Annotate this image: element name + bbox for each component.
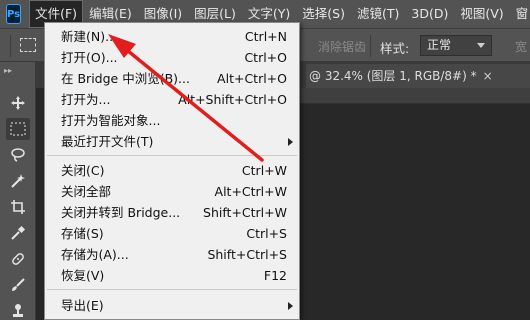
menu-item-save-as[interactable]: 存储为(A)... Shift+Ctrl+S <box>45 244 299 265</box>
antialias-checkbox-label[interactable]: 消除锯齿 <box>318 38 366 55</box>
clone-stamp-tool-icon[interactable] <box>6 300 30 320</box>
tools-panel: ▸▸ <box>0 62 36 320</box>
menu-separator <box>47 155 297 156</box>
options-divider <box>370 35 371 57</box>
rect-marquee-option-icon[interactable] <box>20 38 36 52</box>
photoshop-logo-icon[interactable]: Ps <box>6 4 22 24</box>
style-select-value: 正常 <box>427 38 452 52</box>
menu-item-new[interactable]: 新建(N)... Ctrl+N <box>45 26 299 47</box>
menu-item-save[interactable]: 存储(S) Ctrl+S <box>45 223 299 244</box>
menu-item-revert[interactable]: 恢复(V) F12 <box>45 265 299 286</box>
document-tab-title: @ 32.4% (图层 1, RGB/8#) * <box>309 69 477 83</box>
chevron-down-icon <box>477 43 485 48</box>
lasso-tool-icon[interactable] <box>6 144 30 166</box>
document-tab[interactable]: @ 32.4% (图层 1, RGB/8#) * × <box>306 64 530 88</box>
options-divider <box>10 35 11 57</box>
menu-select[interactable]: 选择(S) <box>296 0 351 28</box>
menu-item-recent-files[interactable]: 最近打开文件(T) <box>45 131 299 152</box>
eyedropper-tool-icon[interactable] <box>6 222 30 244</box>
menu-item-close-all[interactable]: 关闭全部 Alt+Ctrl+W <box>45 181 299 202</box>
menu-filter[interactable]: 滤镜(T) <box>351 0 405 28</box>
menu-item-open-smart-object[interactable]: 打开为智能对象... <box>45 110 299 131</box>
menu-item-browse-bridge[interactable]: 在 Bridge 中浏览(B)... Alt+Ctrl+O <box>45 68 299 89</box>
style-label: 样式: <box>380 41 410 56</box>
menu-separator <box>47 289 297 290</box>
menu-item-open-as[interactable]: 打开为... Alt+Shift+Ctrl+O <box>45 89 299 110</box>
menu-item-open[interactable]: 打开(O)... Ctrl+O <box>45 47 299 68</box>
menu-item-close-go-bridge[interactable]: 关闭并转到 Bridge... Shift+Ctrl+W <box>45 202 299 223</box>
menu-3d[interactable]: 3D(D) <box>405 0 454 28</box>
menu-item-close[interactable]: 关闭(C) Ctrl+W <box>45 160 299 181</box>
menu-view[interactable]: 视图(V) <box>454 0 509 28</box>
style-select[interactable]: 正常 <box>420 35 492 56</box>
close-icon[interactable]: × <box>483 69 493 83</box>
brush-tool-icon[interactable] <box>6 274 30 296</box>
move-tool-icon[interactable] <box>6 92 30 114</box>
width-label: 宽 <box>515 40 528 54</box>
magic-wand-tool-icon[interactable] <box>6 170 30 192</box>
horizontal-ruler <box>284 88 530 104</box>
healing-brush-tool-icon[interactable] <box>6 248 30 270</box>
crop-tool-icon[interactable] <box>6 196 30 218</box>
submenu-arrow-icon <box>288 138 293 146</box>
submenu-arrow-icon <box>288 302 293 310</box>
file-menu-dropdown: 新建(N)... Ctrl+N 打开(O)... Ctrl+O 在 Bridge… <box>44 22 300 320</box>
menu-window[interactable]: 窗 <box>510 0 530 28</box>
panel-grip-icon[interactable]: ▸▸ <box>4 66 12 75</box>
rect-marquee-tool-icon[interactable] <box>6 118 30 140</box>
menu-item-export[interactable]: 导出(E) <box>45 295 299 316</box>
